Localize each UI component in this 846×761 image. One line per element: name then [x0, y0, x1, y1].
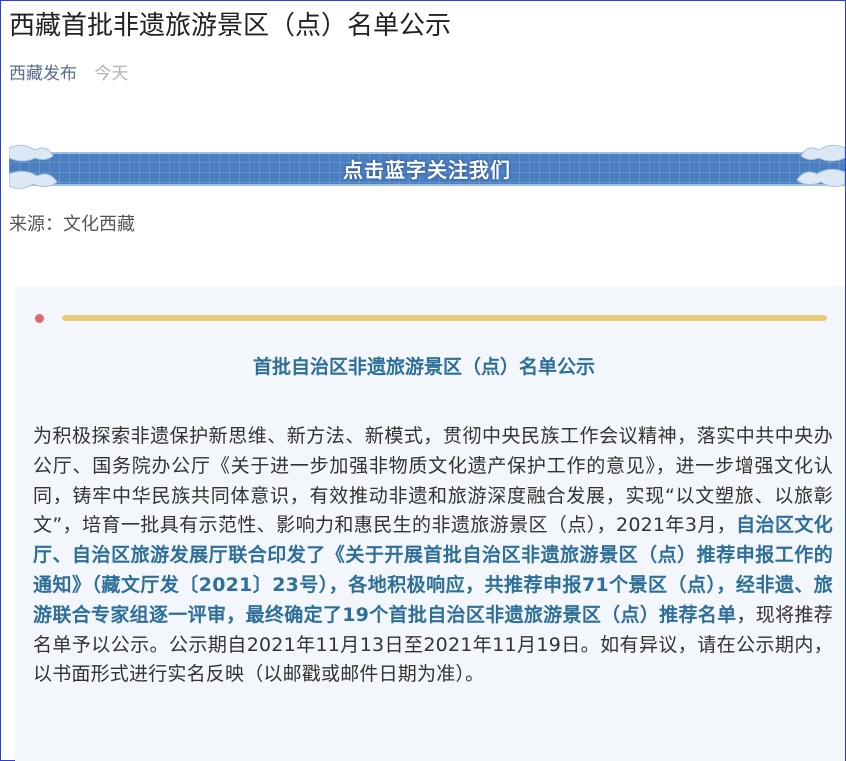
- account-link[interactable]: 西藏发布: [9, 64, 77, 84]
- follow-banner[interactable]: 点击蓝字关注我们: [9, 142, 845, 194]
- announcement-card: 首批自治区非遗旅游景区（点）名单公示 为积极探索非遗保护新思维、新方法、新模式，…: [15, 286, 845, 761]
- page-title: 西藏首批非遗旅游景区（点）名单公示: [9, 11, 452, 41]
- publish-time: 今天: [94, 64, 129, 84]
- decor-bar: [62, 315, 827, 321]
- article-meta: 西藏发布 今天: [9, 61, 128, 87]
- announcement-paragraph: 为积极探索非遗保护新思维、新方法、新模式，贯彻中央民族工作会议精神，落实中共中央…: [33, 422, 833, 690]
- paragraph-text-1: 为积极探索非遗保护新思维、新方法、新模式，贯彻中央民族工作会议精神，落实中共中央…: [33, 425, 833, 537]
- card-title: 首批自治区非遗旅游景区（点）名单公示: [252, 356, 595, 378]
- source-line: 来源：文化西藏: [9, 214, 135, 235]
- banner-label: 点击蓝字关注我们: [343, 157, 511, 182]
- decor-dot: [35, 314, 44, 323]
